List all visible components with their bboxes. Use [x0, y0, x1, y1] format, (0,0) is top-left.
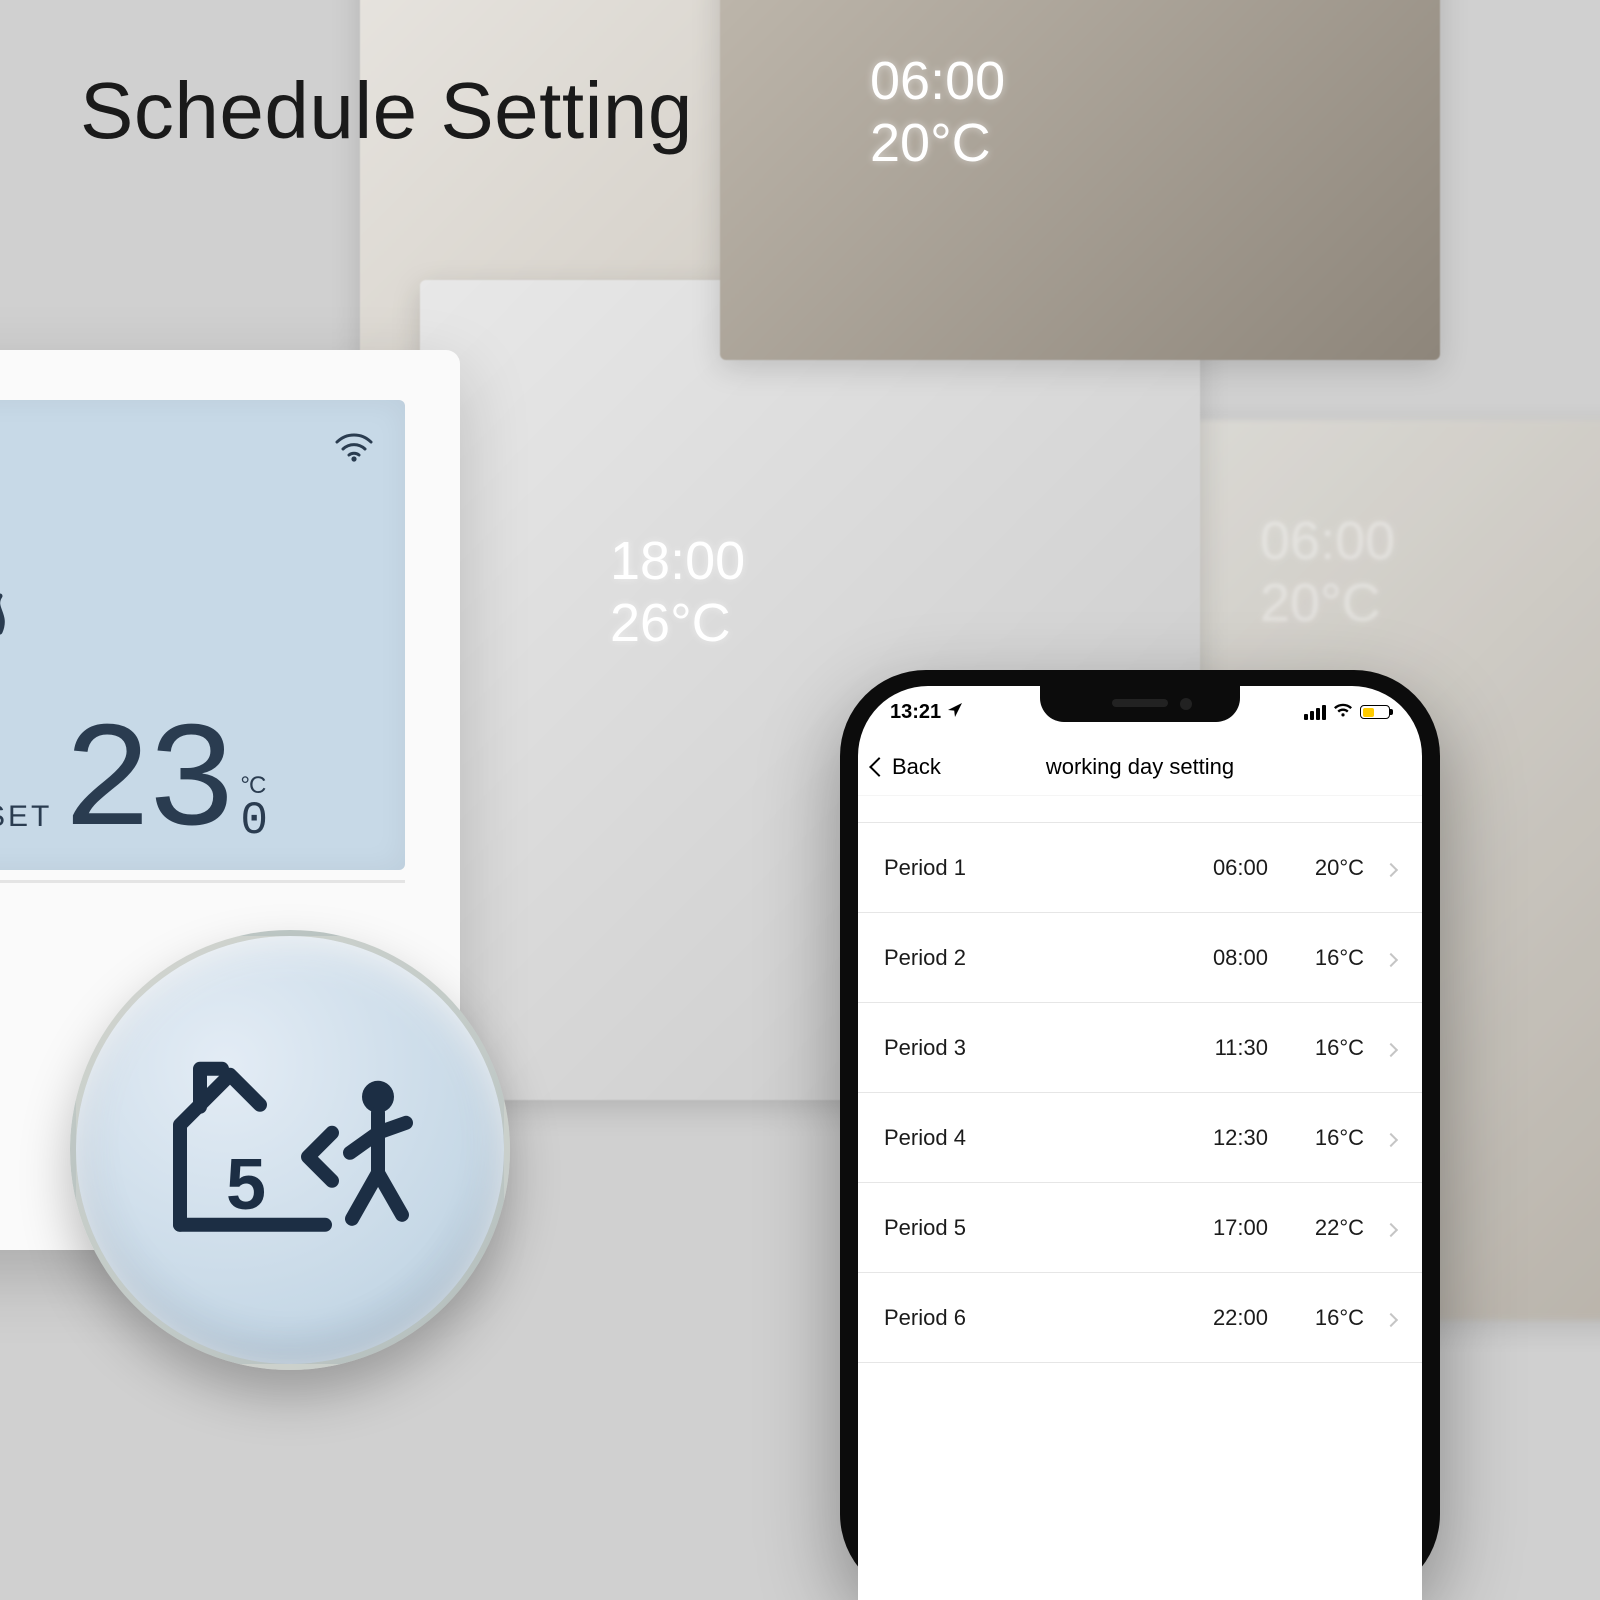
period-temp: 16°C	[1286, 945, 1364, 971]
chevron-right-icon	[1386, 855, 1396, 881]
phone-notch	[1040, 686, 1240, 722]
phone-screen: 13:21 Back working	[858, 686, 1422, 1600]
overlay-faded: 06:00 20°C	[1260, 510, 1395, 634]
thermostat-divider	[0, 880, 405, 883]
overlay-evening-time: 18:00	[610, 530, 745, 592]
thermostat-set-label: SET	[0, 800, 52, 834]
overlay-morning-time: 06:00	[870, 50, 1005, 112]
period-label: Period 5	[884, 1215, 1182, 1241]
nav-bar: Back working day setting	[858, 738, 1422, 796]
overlay-faded-temp: 20°C	[1260, 572, 1395, 634]
period-row-2[interactable]: Period 208:00 16°C	[858, 913, 1422, 1003]
thermostat-set-temp: 23	[62, 710, 230, 860]
thermostat-set-row: SET 23 °C 0	[0, 710, 267, 860]
location-icon	[947, 701, 963, 724]
period-time: 17:00	[1182, 1215, 1268, 1241]
chevron-right-icon	[1386, 1035, 1396, 1061]
chevron-right-icon	[1386, 1125, 1396, 1151]
thermostat-unit: °C 0	[240, 774, 267, 844]
status-time: 13:21	[890, 701, 941, 724]
nav-title: working day setting	[1046, 754, 1234, 780]
bubble-period-number: 5	[226, 1144, 266, 1226]
overlay-evening: 18:00 26°C	[610, 530, 745, 654]
bg-photo-morning	[720, 0, 1440, 360]
battery-icon	[1360, 705, 1390, 719]
period-row-5[interactable]: Period 517:00 22°C	[858, 1183, 1422, 1273]
chevron-left-icon	[869, 757, 889, 777]
overlay-morning: 06:00 20°C	[870, 50, 1005, 174]
period-label: Period 2	[884, 945, 1182, 971]
schedule-period-magnifier: 5	[70, 930, 510, 1370]
phone: 13:21 Back working	[840, 670, 1440, 1600]
period-row-6[interactable]: Period 622:00 16°C	[858, 1273, 1422, 1363]
period-temp: 22°C	[1286, 1215, 1364, 1241]
period-label: Period 1	[884, 855, 1182, 881]
cellular-icon	[1304, 705, 1326, 720]
heat-icon	[0, 590, 22, 650]
thermostat-unit-bottom: 0	[240, 798, 267, 844]
period-time: 11:30	[1182, 1035, 1268, 1061]
period-row-1[interactable]: Period 106:00 20°C	[858, 823, 1422, 913]
period-row-3[interactable]: Period 311:30 16°C	[858, 1003, 1422, 1093]
period-temp: 20°C	[1286, 855, 1364, 881]
overlay-evening-temp: 26°C	[610, 592, 745, 654]
chevron-right-icon	[1386, 1305, 1396, 1331]
overlay-morning-temp: 20°C	[870, 112, 1005, 174]
period-label: Period 6	[884, 1305, 1182, 1331]
period-temp: 16°C	[1286, 1035, 1364, 1061]
chevron-right-icon	[1386, 1215, 1396, 1241]
chevron-right-icon	[1386, 945, 1396, 971]
period-label: Period 3	[884, 1035, 1182, 1061]
back-button[interactable]: Back	[872, 738, 941, 795]
wifi-icon	[333, 428, 375, 467]
back-label: Back	[892, 754, 941, 780]
period-time: 12:30	[1182, 1125, 1268, 1151]
period-row-4[interactable]: Period 412:30 16°C	[858, 1093, 1422, 1183]
page-title: Schedule Setting	[80, 65, 693, 157]
overlay-faded-time: 06:00	[1260, 510, 1395, 572]
period-time: 08:00	[1182, 945, 1268, 971]
period-temp: 16°C	[1286, 1125, 1364, 1151]
wifi-status-icon	[1333, 701, 1353, 724]
thermostat-screen: SET 23 °C 0	[0, 400, 405, 870]
period-temp: 16°C	[1286, 1305, 1364, 1331]
period-time: 06:00	[1182, 855, 1268, 881]
period-time: 22:00	[1182, 1305, 1268, 1331]
period-list: Period 106:0020°CPeriod 208:0016°CPeriod…	[858, 822, 1422, 1363]
period-label: Period 4	[884, 1125, 1182, 1151]
